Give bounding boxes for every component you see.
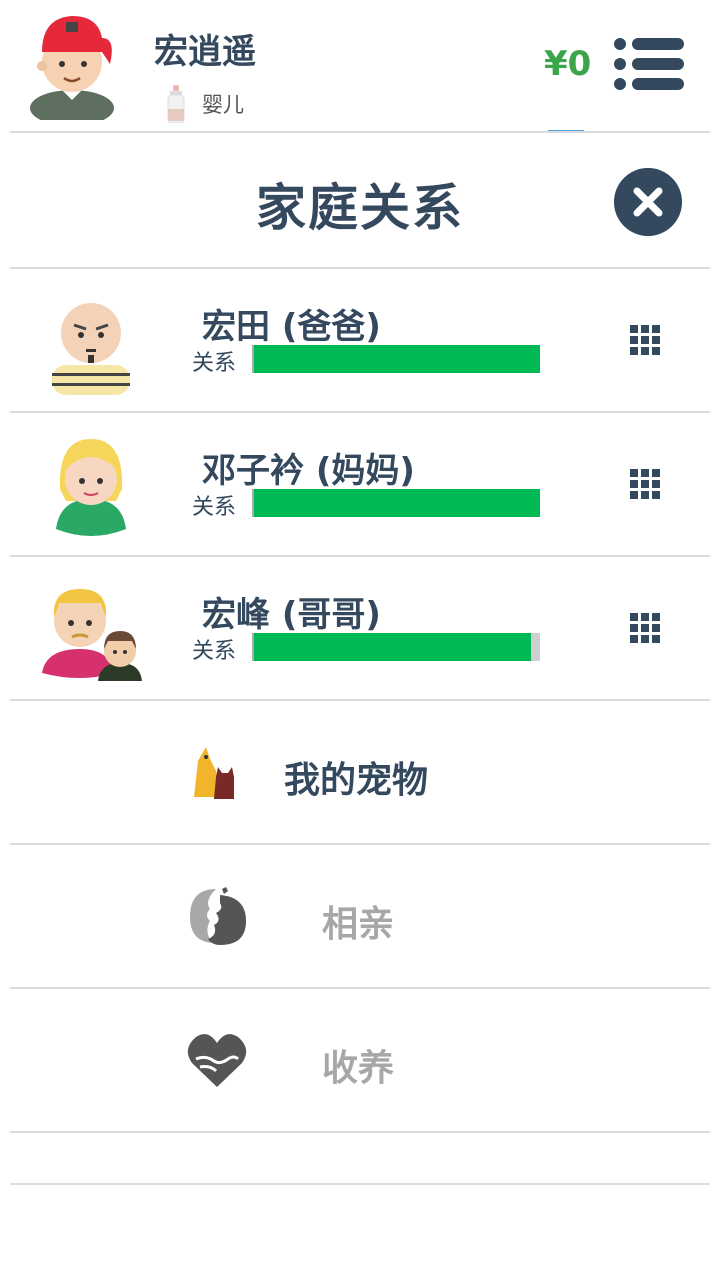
family-member-name: 宏峰 (哥哥)	[202, 595, 381, 635]
life-stage-label: 婴儿	[202, 93, 244, 117]
avatar[interactable]	[26, 8, 118, 120]
divider	[10, 1131, 710, 1133]
family-member-row: 宏田 (爸爸) 关系	[10, 269, 710, 412]
brother-avatar-icon	[42, 589, 142, 681]
relation-bar	[252, 345, 540, 373]
kiss-faces-icon	[190, 887, 246, 945]
father-avatar-icon	[52, 303, 130, 395]
money-balance: ¥0	[544, 44, 592, 84]
username: 宏逍遥	[154, 32, 256, 72]
grid-menu-icon[interactable]	[628, 467, 668, 507]
mother-avatar-icon	[56, 439, 126, 536]
family-member-name: 宏田 (爸爸)	[202, 307, 381, 347]
life-stage: 婴儿	[166, 84, 244, 124]
page-title: 家庭关系	[256, 179, 464, 237]
menu-list-icon[interactable]	[612, 36, 684, 92]
option-label: 相亲	[322, 904, 395, 945]
family-member-row: 邓子衿 (妈妈) 关系	[10, 413, 710, 556]
pet-dog-cat-icon	[194, 747, 234, 799]
relation-label: 关系	[192, 351, 237, 376]
profile-header: 宏逍遥 婴儿 ¥0	[0, 0, 720, 132]
family-member-name: 邓子衿 (妈妈)	[202, 451, 415, 491]
close-icon[interactable]	[614, 168, 682, 236]
option-label: 收养	[322, 1048, 395, 1089]
relation-bar-fill	[254, 489, 540, 517]
relation-label: 关系	[192, 495, 237, 520]
heart-hands-icon	[187, 1034, 247, 1087]
relation-label: 关系	[192, 639, 237, 664]
option-label: 我的宠物	[284, 760, 429, 801]
relation-bar-fill	[254, 345, 540, 373]
option-adoption[interactable]: 收养	[10, 989, 710, 1132]
divider	[10, 1183, 710, 1185]
family-member-row: 宏峰 (哥哥) 关系	[10, 557, 710, 700]
option-blind-date[interactable]: 相亲	[10, 845, 710, 988]
relation-bar	[252, 489, 540, 517]
grid-menu-icon[interactable]	[628, 611, 668, 651]
option-my-pets[interactable]: 我的宠物	[10, 701, 710, 844]
grid-menu-icon[interactable]	[628, 323, 668, 363]
divider	[10, 131, 710, 133]
relation-bar-fill	[254, 633, 532, 661]
relation-bar	[252, 633, 540, 661]
baby-bottle-icon	[167, 85, 185, 123]
